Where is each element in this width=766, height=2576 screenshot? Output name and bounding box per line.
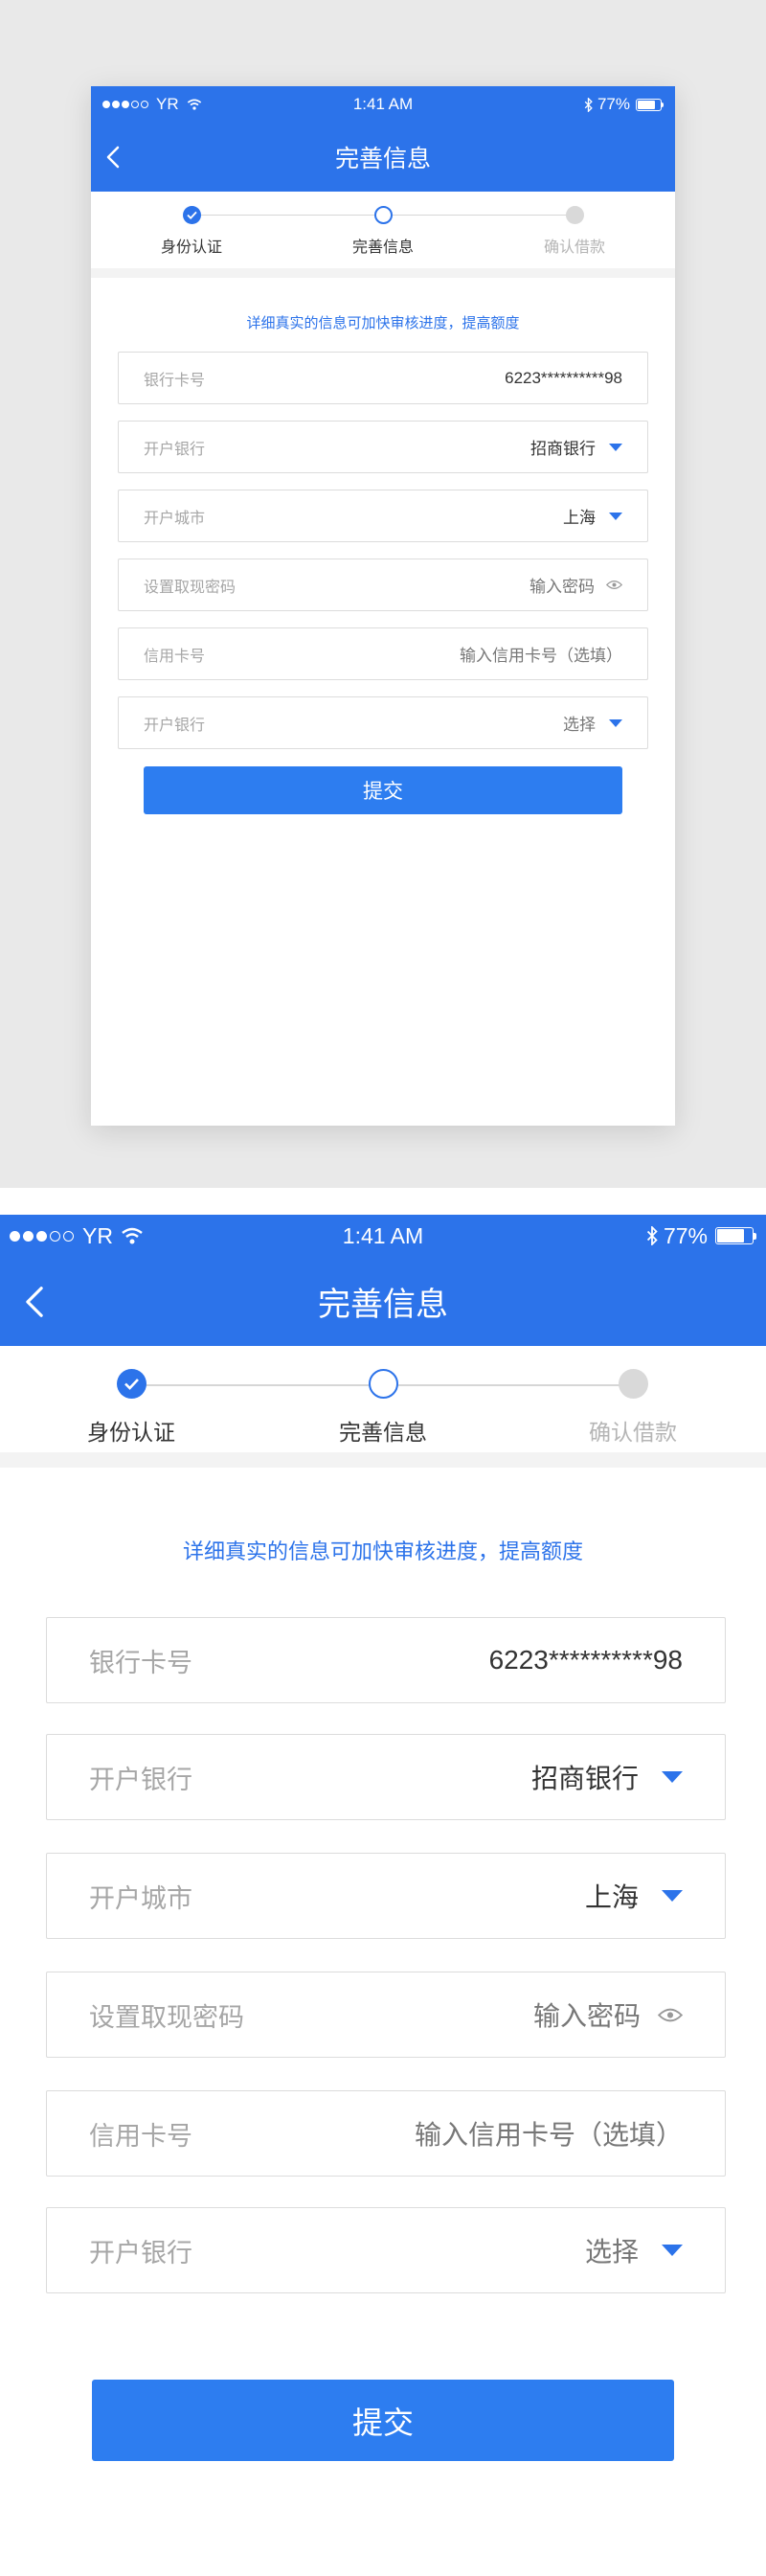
step-pending-indicator xyxy=(565,206,584,224)
field-label: 开户银行 xyxy=(144,441,206,458)
field-value: 6223**********98 xyxy=(505,368,622,387)
open-bank-select[interactable]: 开户银行 招商银行 xyxy=(46,1734,726,1820)
step-confirm-loan: 确认借款 xyxy=(561,1346,705,1447)
step-label: 确认借款 xyxy=(589,1420,677,1445)
step-identity: 身份认证 xyxy=(144,192,239,257)
dropdown-caret-icon xyxy=(609,443,622,451)
field-value: 招商银行 xyxy=(530,440,596,458)
open-bank-2-select[interactable]: 开户银行 选择 xyxy=(118,696,648,749)
eye-icon[interactable] xyxy=(658,2007,683,2023)
check-icon xyxy=(124,1379,139,1390)
back-button[interactable] xyxy=(91,123,135,192)
credit-card-field[interactable]: 信用卡号 输入信用卡号（选填） xyxy=(46,2090,726,2177)
bank-card-field[interactable]: 银行卡号 6223**********98 xyxy=(46,1617,726,1703)
field-label: 设置取现密码 xyxy=(144,579,237,596)
back-arrow-icon xyxy=(26,1286,43,1317)
field-value: 6223**********98 xyxy=(488,1645,683,1675)
dropdown-caret-icon xyxy=(662,2245,683,2256)
dropdown-caret-icon xyxy=(662,1890,683,1902)
step-complete-info: 完善信息 xyxy=(311,1346,455,1447)
progress-steps: 身份认证 完善信息 确认借款 xyxy=(91,192,675,268)
step-identity: 身份认证 xyxy=(59,1346,203,1447)
field-value: 招商银行 xyxy=(530,1764,639,1793)
field-label: 信用卡号 xyxy=(89,2121,192,2151)
step-current-indicator xyxy=(368,1369,398,1399)
field-label: 开户银行 xyxy=(89,1765,192,1794)
nav-bar: 完善信息 xyxy=(0,1257,766,1346)
progress-steps: 身份认证 完善信息 确认借款 xyxy=(0,1346,766,1453)
field-placeholder: 输入密码 xyxy=(532,2001,641,2031)
eye-icon[interactable] xyxy=(606,580,622,590)
withdraw-password-field[interactable]: 设置取现密码 输入密码 xyxy=(118,559,648,611)
dropdown-caret-icon xyxy=(662,1771,683,1783)
field-placeholder: 输入信用卡号（选填） xyxy=(414,2120,683,2150)
step-label: 身份认证 xyxy=(87,1420,175,1445)
step-confirm-loan: 确认借款 xyxy=(527,192,622,257)
open-city-select[interactable]: 开户城市 上海 xyxy=(46,1853,726,1939)
back-arrow-icon xyxy=(106,146,120,169)
withdraw-password-field[interactable]: 设置取现密码 输入密码 xyxy=(46,1972,726,2058)
open-city-select[interactable]: 开户城市 上海 xyxy=(118,490,648,542)
dropdown-caret-icon xyxy=(609,512,622,520)
section-divider xyxy=(91,268,675,278)
step-pending-indicator xyxy=(618,1369,648,1399)
notice-text: 详细真实的信息可加快审核进度，提高额度 xyxy=(246,315,520,331)
bluetooth-icon xyxy=(584,97,593,112)
field-value: 上海 xyxy=(563,509,596,527)
submit-button[interactable]: 提交 xyxy=(144,766,622,814)
battery-percent: 77% xyxy=(663,1222,708,1248)
section-divider xyxy=(0,1452,766,1468)
step-current-indicator xyxy=(373,206,393,224)
nav-bar: 完善信息 xyxy=(91,123,675,192)
bank-card-field[interactable]: 银行卡号 6223**********98 xyxy=(118,352,648,404)
step-label: 身份认证 xyxy=(160,239,222,256)
header: YR 1:41 AM 77% 完善信息 xyxy=(0,1215,766,1346)
field-label: 开户银行 xyxy=(144,717,206,734)
field-label: 开户银行 xyxy=(89,2238,192,2268)
field-label: 银行卡号 xyxy=(89,1648,192,1677)
step-done-indicator xyxy=(116,1369,146,1399)
status-bar: YR 1:41 AM 77% xyxy=(0,1215,766,1257)
field-value: 上海 xyxy=(584,1882,639,1912)
field-label: 开户城市 xyxy=(144,510,206,527)
back-button[interactable] xyxy=(0,1257,69,1346)
submit-button[interactable]: 提交 xyxy=(92,2380,674,2461)
check-icon xyxy=(186,211,197,219)
page-title: 完善信息 xyxy=(334,146,431,172)
field-label: 银行卡号 xyxy=(144,372,206,389)
step-label: 完善信息 xyxy=(339,1420,427,1445)
field-label: 开户城市 xyxy=(89,1883,192,1913)
field-placeholder: 选择 xyxy=(584,2237,639,2267)
open-bank-select[interactable]: 开户银行 招商银行 xyxy=(118,421,648,473)
field-placeholder: 选择 xyxy=(563,716,596,734)
notice-text: 详细真实的信息可加快审核进度，提高额度 xyxy=(182,1539,583,1563)
header: YR 1:41 AM 77% 完善信息 xyxy=(91,86,675,192)
dropdown-caret-icon xyxy=(609,718,622,727)
battery-icon xyxy=(636,98,662,111)
battery-percent: 77% xyxy=(597,95,630,113)
open-bank-2-select[interactable]: 开户银行 选择 xyxy=(46,2207,726,2293)
field-placeholder: 输入密码 xyxy=(529,578,595,596)
credit-card-field[interactable]: 信用卡号 输入信用卡号（选填） xyxy=(118,627,648,680)
battery-icon xyxy=(715,1227,754,1244)
field-label: 设置取现密码 xyxy=(89,2002,244,2032)
step-label: 确认借款 xyxy=(543,239,605,256)
page-title: 完善信息 xyxy=(318,1287,448,1323)
step-complete-info: 完善信息 xyxy=(335,192,431,257)
step-done-indicator xyxy=(182,206,201,224)
step-label: 完善信息 xyxy=(351,239,414,256)
phone-mockup-small: YR 1:41 AM 77% 完善信息 身份认证 完善信息 确认借款 详细真实的… xyxy=(91,86,675,1126)
field-label: 信用卡号 xyxy=(144,648,206,665)
bluetooth-icon xyxy=(646,1226,658,1245)
phone-screen-large: YR 1:41 AM 77% 完善信息 身份认证 完善信息 确认借款 详细真实的… xyxy=(0,1215,766,2576)
status-bar: YR 1:41 AM 77% xyxy=(91,86,675,123)
field-placeholder: 输入信用卡号（选填） xyxy=(460,647,622,665)
